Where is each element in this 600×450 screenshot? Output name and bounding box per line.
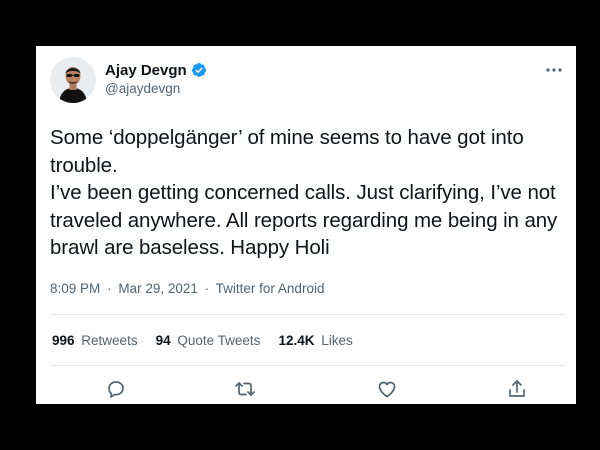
retweet-icon[interactable] (233, 377, 257, 401)
tweet-header: Ajay Devgn @ajaydevgn (50, 56, 566, 108)
quote-tweets-stat[interactable]: 94 Quote Tweets (156, 333, 261, 348)
like-icon[interactable] (375, 377, 399, 401)
likes-stat[interactable]: 12.4K Likes (278, 333, 352, 348)
likes-label: Likes (321, 333, 353, 348)
share-icon[interactable] (505, 377, 529, 401)
tweet-date[interactable]: Mar 29, 2021 (118, 281, 198, 296)
verified-badge-icon (191, 62, 207, 78)
retweets-label: Retweets (81, 333, 138, 348)
tweet-meta: 8:09 PM · Mar 29, 2021 · Twitter for And… (50, 281, 324, 296)
tweet-actions (50, 377, 566, 403)
meta-separator: · (204, 281, 210, 296)
author-handle[interactable]: @ajaydevgn (105, 81, 207, 96)
quote-count: 94 (155, 333, 171, 348)
avatar-portrait-icon (50, 57, 96, 103)
tweet-source[interactable]: Twitter for Android (216, 281, 325, 296)
likes-count: 12.4K (278, 333, 315, 348)
reply-icon[interactable] (104, 377, 128, 401)
author-block: Ajay Devgn @ajaydevgn (105, 60, 207, 96)
more-horizontal-icon[interactable] (544, 62, 564, 78)
meta-separator: · (107, 281, 112, 296)
quote-label: Quote Tweets (177, 333, 261, 348)
author-name-row: Ajay Devgn (105, 60, 207, 80)
author-name[interactable]: Ajay Devgn (105, 62, 187, 79)
tweet-text: Some ‘doppelgänger’ of mine seems to hav… (50, 126, 558, 259)
tweet-card: Ajay Devgn @ajaydevgn Some ‘doppelgänger… (36, 46, 576, 404)
tweet-time[interactable]: 8:09 PM (50, 281, 100, 296)
divider-top (50, 314, 566, 315)
divider-bottom (50, 365, 566, 366)
tweet-stats: 996 Retweets 94 Quote Tweets 12.4K Likes (52, 333, 371, 348)
retweets-stat[interactable]: 996 Retweets (52, 333, 138, 348)
avatar[interactable] (50, 57, 96, 103)
retweets-count: 996 (52, 333, 75, 348)
